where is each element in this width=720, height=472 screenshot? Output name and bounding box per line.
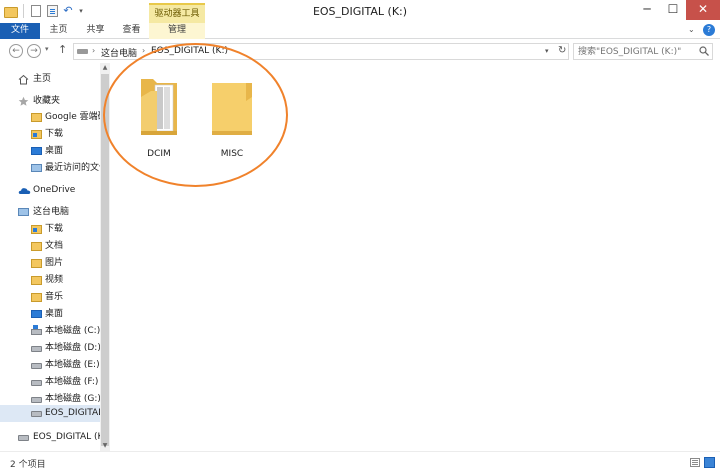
- recent-locations-chevron-icon[interactable]: ▾: [45, 45, 49, 53]
- nav-item-eos-digital-selected[interactable]: EOS_DIGITAL: [0, 405, 100, 422]
- ribbon-tabs: 文件 主页 共享 查看 管理 ⌄ ?: [0, 23, 720, 39]
- nav-item-desktop-fav[interactable]: 桌面: [0, 143, 100, 160]
- nav-item-music[interactable]: 音乐: [0, 289, 100, 306]
- minimize-button[interactable]: ─: [634, 0, 660, 20]
- downloads-icon: [31, 130, 42, 139]
- refresh-icon[interactable]: ↻: [558, 45, 566, 56]
- nav-item-favorites[interactable]: 收藏夹: [0, 93, 100, 110]
- breadcrumb-this-pc[interactable]: 这台电脑: [101, 46, 137, 59]
- nav-item-onedrive[interactable]: OneDrive: [0, 182, 100, 199]
- drive-icon: [31, 380, 42, 386]
- star-icon: [18, 96, 29, 106]
- nav-item-this-pc[interactable]: 这台电脑: [0, 204, 100, 221]
- videos-icon: [31, 276, 42, 285]
- nav-item-drive-f[interactable]: 本地磁盘 (F:): [0, 374, 100, 391]
- scroll-up-icon[interactable]: ▲: [100, 63, 110, 73]
- nav-item-videos[interactable]: 视频: [0, 272, 100, 289]
- tab-manage[interactable]: 管理: [149, 23, 205, 39]
- onedrive-icon: [18, 188, 31, 194]
- desktop-icon: [31, 147, 42, 155]
- nav-item-pictures[interactable]: 图片: [0, 255, 100, 272]
- title-bar: ↶ ▾ 驱动器工具 EOS_DIGITAL (K:) ─ ☐ ✕: [0, 0, 720, 23]
- nav-item-drive-c[interactable]: 本地磁盘 (C:): [0, 323, 100, 340]
- highlight-annotation-circle: [103, 43, 288, 187]
- documents-icon: [31, 242, 42, 251]
- maximize-button[interactable]: ☐: [660, 0, 686, 20]
- nav-item-eos-digital[interactable]: EOS_DIGITAL (K:: [0, 429, 100, 446]
- nav-item-drive-e[interactable]: 本地磁盘 (E:): [0, 357, 100, 374]
- back-button[interactable]: ←: [9, 44, 23, 58]
- pictures-icon: [31, 259, 42, 268]
- forward-button[interactable]: →: [27, 44, 41, 58]
- pc-icon: [18, 208, 29, 216]
- nav-item-downloads-fav[interactable]: 下载: [0, 126, 100, 143]
- removable-drive-icon: [18, 435, 29, 441]
- search-icon[interactable]: [699, 46, 709, 56]
- breadcrumb-separator-icon[interactable]: ›: [92, 46, 95, 55]
- search-input[interactable]: [574, 44, 696, 59]
- folder-icon: [31, 113, 42, 122]
- home-icon: [18, 74, 29, 85]
- window-title: EOS_DIGITAL (K:): [312, 5, 408, 18]
- navigation-pane: 主页 收藏夹 Google 雲端硬 下载 桌面 最近访问的文件 OneDrive…: [0, 63, 110, 451]
- drive-icon: [31, 346, 42, 352]
- removable-drive-icon: [31, 411, 42, 417]
- recent-icon: [31, 164, 42, 172]
- search-box[interactable]: [573, 43, 713, 60]
- desktop-icon: [31, 310, 42, 318]
- close-button[interactable]: ✕: [686, 0, 720, 20]
- nav-item-recent[interactable]: 最近访问的文件: [0, 160, 100, 177]
- nav-item-home[interactable]: 主页: [0, 71, 100, 88]
- downloads-icon: [31, 225, 42, 234]
- tab-view[interactable]: 查看: [114, 23, 149, 39]
- nav-item-downloads[interactable]: 下载: [0, 221, 100, 238]
- drive-icon: [77, 49, 88, 54]
- navigation-bar: ← → ▾ ↑ › 这台电脑 › EOS_DIGITAL (K:) ▾ ↻: [0, 40, 720, 62]
- nav-item-drive-d[interactable]: 本地磁盘 (D:): [0, 340, 100, 357]
- nav-item-desktop[interactable]: 桌面: [0, 306, 100, 323]
- large-icons-view-icon[interactable]: [704, 457, 715, 468]
- scroll-down-icon[interactable]: ▼: [100, 441, 110, 451]
- up-button[interactable]: ↑: [58, 43, 67, 56]
- help-icon[interactable]: ?: [703, 24, 715, 36]
- status-bar: 2 个项目: [0, 451, 720, 472]
- music-icon: [31, 293, 42, 302]
- expand-ribbon-icon[interactable]: ⌄: [688, 25, 695, 34]
- tab-share[interactable]: 共享: [78, 23, 113, 39]
- details-view-icon[interactable]: [690, 458, 700, 467]
- drive-icon: [31, 397, 42, 403]
- tab-file[interactable]: 文件: [0, 23, 40, 39]
- nav-item-documents[interactable]: 文档: [0, 238, 100, 255]
- item-count: 2 个项目: [10, 460, 46, 470]
- drive-icon: [31, 363, 42, 369]
- system-drive-icon: [31, 325, 42, 335]
- address-history-chevron-icon[interactable]: ▾: [545, 47, 549, 55]
- tab-home[interactable]: 主页: [41, 23, 76, 39]
- nav-item-google-drive[interactable]: Google 雲端硬: [0, 109, 100, 126]
